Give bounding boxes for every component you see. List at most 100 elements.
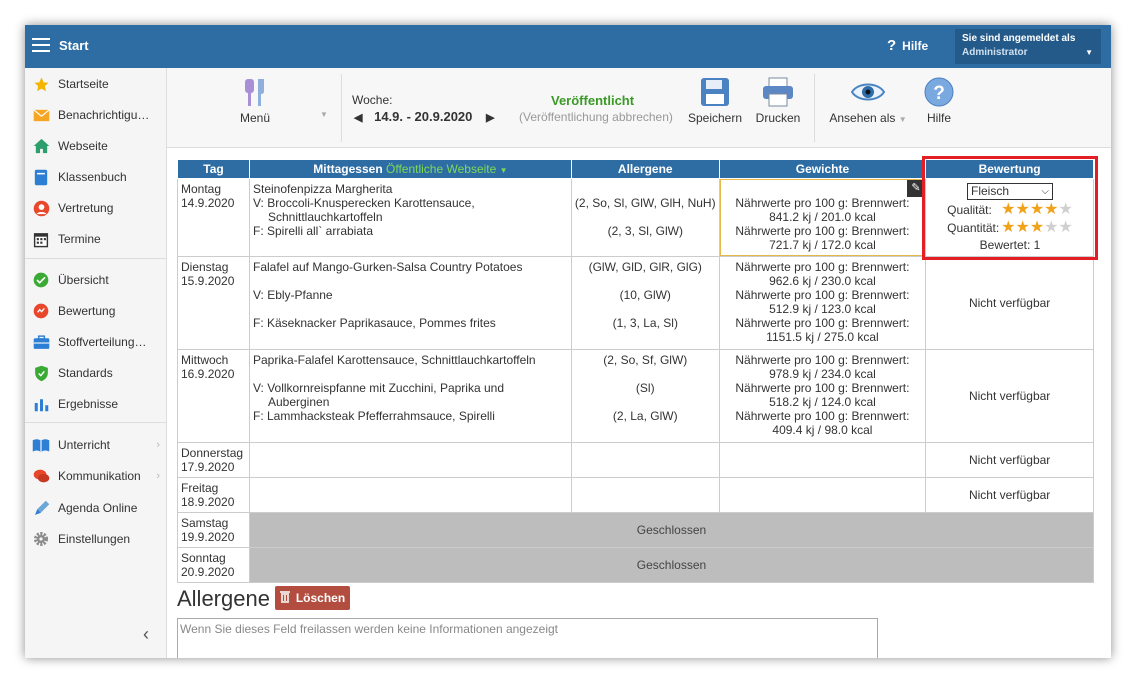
allergene-textarea[interactable]: Wenn Sie dieses Feld freilassen werden k…: [177, 618, 878, 658]
sidebar-label: Termine: [58, 232, 101, 246]
sidebar-item-klassenbuch[interactable]: Klassenbuch: [25, 164, 167, 190]
sidebar-label: Webseite: [58, 139, 108, 153]
sidebar-item-kommunikation[interactable]: Kommunikation ›: [25, 463, 167, 489]
sidebar-label: Startseite: [58, 77, 109, 91]
allergens-cell[interactable]: (2, So, Sl, GlW, GlH, NuH) (2, 3, Sl, Gl…: [570, 178, 720, 257]
day-date: 14.9.2020: [181, 196, 235, 210]
weights-cell[interactable]: Nährwerte pro 100 g: Brennwert: 962.6 kj…: [718, 256, 927, 350]
sidebar-item-agenda-online[interactable]: Agenda Online: [25, 495, 167, 521]
user-menu[interactable]: Sie sind angemeldet als Administrator ▼: [955, 29, 1101, 64]
sidebar-label: Übersicht: [58, 273, 109, 287]
save-button[interactable]: Speichern: [686, 77, 744, 125]
briefcase-icon: [32, 333, 50, 351]
allergen-line: (2, La, GlW): [612, 409, 678, 423]
question-circle-icon: ?: [924, 77, 954, 110]
table-row: Donnerstag 17.9.2020 Nicht verfügbar: [177, 442, 1094, 478]
svg-text:?: ?: [933, 83, 945, 104]
sidebar-item-vertretung[interactable]: Vertretung: [25, 195, 167, 221]
sidebar-item-benachrichtigungen[interactable]: Benachrichtigungen: [25, 102, 167, 128]
sidebar-label: Agenda Online: [58, 501, 138, 515]
cancel-publish-link[interactable]: (Veröffentlichung abbrechen): [519, 110, 673, 124]
book-icon: [32, 168, 50, 186]
sidebar-label: Benachrichtigungen: [58, 108, 152, 122]
shield-icon: [32, 364, 50, 382]
sidebar-divider: [25, 258, 167, 259]
weight-line: Nährwerte pro 100 g: Brennwert:: [735, 196, 910, 210]
allergen-line: (10, GlW): [619, 288, 671, 302]
sidebar: Startseite Benachrichtigungen Webseite K…: [25, 68, 167, 658]
help-link[interactable]: ? Hilfe: [887, 37, 928, 54]
sidebar-item-uebersicht[interactable]: Übersicht: [25, 267, 167, 293]
allergen-line: (GlW, GlD, GlR, GlG): [588, 260, 702, 274]
meal-line: F: Käseknacker Paprikasauce, Pommes frit…: [252, 316, 496, 330]
website-dropdown-label: Öffentliche Webseite: [386, 162, 497, 176]
next-week-icon[interactable]: ▶: [486, 112, 494, 124]
day-date: 20.9.2020: [181, 565, 235, 579]
eye-icon: [850, 83, 886, 107]
weights-cell[interactable]: [718, 442, 927, 478]
column-header-weights: Gewichte: [718, 159, 927, 179]
hamburger-menu-icon[interactable]: [32, 38, 50, 52]
prev-week-icon[interactable]: ◀: [354, 112, 362, 124]
weight-line: 518.2 kj / 124.0 kcal: [769, 395, 876, 409]
weight-line: 721.7 kj / 172.0 kcal: [769, 238, 876, 252]
chevron-down-icon: ▼: [499, 166, 508, 175]
allergens-cell[interactable]: [570, 477, 720, 513]
sidebar-item-stoffverteilungsplan[interactable]: Stoffverteilungsplan: [25, 329, 167, 355]
collapse-sidebar-icon[interactable]: ‹: [143, 624, 149, 645]
allergens-cell[interactable]: (2, So, Sf, GlW) (Sl) (2, La, GlW): [570, 349, 720, 443]
app-title[interactable]: Start: [59, 38, 89, 53]
sidebar-item-unterricht[interactable]: Unterricht ›: [25, 432, 167, 458]
sidebar-divider: [25, 422, 167, 423]
printer-icon: [762, 77, 794, 110]
meal-cell[interactable]: Steinofenpizza Margherita V: Broccoli-Kn…: [248, 178, 572, 257]
cutlery-icon: [242, 79, 268, 110]
sidebar-item-einstellungen[interactable]: Einstellungen: [25, 526, 167, 552]
sidebar-item-bewertung[interactable]: Bewertung: [25, 298, 167, 324]
print-button[interactable]: Drucken: [750, 77, 806, 125]
delete-button[interactable]: Löschen: [275, 586, 350, 610]
meal-cell[interactable]: [248, 442, 572, 478]
view-as-button[interactable]: Ansehen als ▼: [823, 80, 913, 125]
chevron-down-icon[interactable]: ▼: [320, 110, 328, 119]
day-cell: Freitag 18.9.2020: [177, 477, 250, 513]
chat-icon: [32, 467, 50, 485]
weight-line: 978.9 kj / 234.0 kcal: [769, 367, 876, 381]
view-as-label: Ansehen als ▼: [823, 111, 913, 125]
sidebar-item-startseite[interactable]: Startseite: [25, 71, 167, 97]
sidebar-item-termine[interactable]: Termine: [25, 226, 167, 252]
sidebar-label: Ergebnisse: [58, 397, 119, 411]
meal-cell[interactable]: [248, 477, 572, 513]
meal-cell[interactable]: Falafel auf Mango-Gurken-Salsa Country P…: [248, 256, 572, 350]
weights-cell[interactable]: Nährwerte pro 100 g: Brennwert: 841.2 kj…: [718, 178, 927, 257]
rating-unavailable: Nicht verfügbar: [925, 349, 1094, 443]
day-date: 16.9.2020: [181, 367, 235, 381]
allergens-cell[interactable]: (GlW, GlD, GlR, GlG) (10, GlW) (1, 3, La…: [570, 256, 720, 350]
sidebar-item-webseite[interactable]: Webseite: [25, 133, 167, 159]
sidebar-label: Bewertung: [58, 304, 116, 318]
meal-line: Steinofenpizza Margherita: [252, 182, 393, 196]
chevron-right-icon: ›: [156, 470, 160, 482]
day-cell: Samstag 19.9.2020: [177, 512, 250, 548]
sidebar-label: Einstellungen: [58, 532, 131, 546]
sidebar-item-ergebnisse[interactable]: Ergebnisse: [25, 391, 167, 417]
day-cell: Montag 14.9.2020: [177, 178, 250, 257]
weights-cell[interactable]: Nährwerte pro 100 g: Brennwert: 978.9 kj…: [718, 349, 927, 443]
day-cell: Donnerstag 17.9.2020: [177, 442, 250, 478]
day-cell: Mittwoch 16.9.2020: [177, 349, 250, 443]
toolbar-divider: [341, 74, 342, 142]
bar-chart-icon: [32, 395, 50, 413]
rating-unavailable: Nicht verfügbar: [925, 442, 1094, 478]
day-name: Freitag: [181, 481, 219, 495]
help-label: Hilfe: [926, 111, 951, 125]
sidebar-item-standards[interactable]: Standards: [25, 360, 167, 386]
menu-button[interactable]: Menü: [225, 77, 285, 125]
website-dropdown[interactable]: Öffentliche Webseite ▼: [386, 162, 508, 176]
week-navigation: ◀ 14.9. - 20.9.2020 ▶: [354, 109, 495, 124]
pen-icon: [32, 499, 50, 517]
meal-cell[interactable]: Paprika-Falafel Karottensauce, Schnittla…: [248, 349, 572, 443]
help-button[interactable]: ? Hilfe: [919, 77, 959, 125]
weights-cell[interactable]: [718, 477, 927, 513]
allergen-line: (2, 3, Sl, GlW): [607, 224, 683, 238]
allergens-cell[interactable]: [570, 442, 720, 478]
